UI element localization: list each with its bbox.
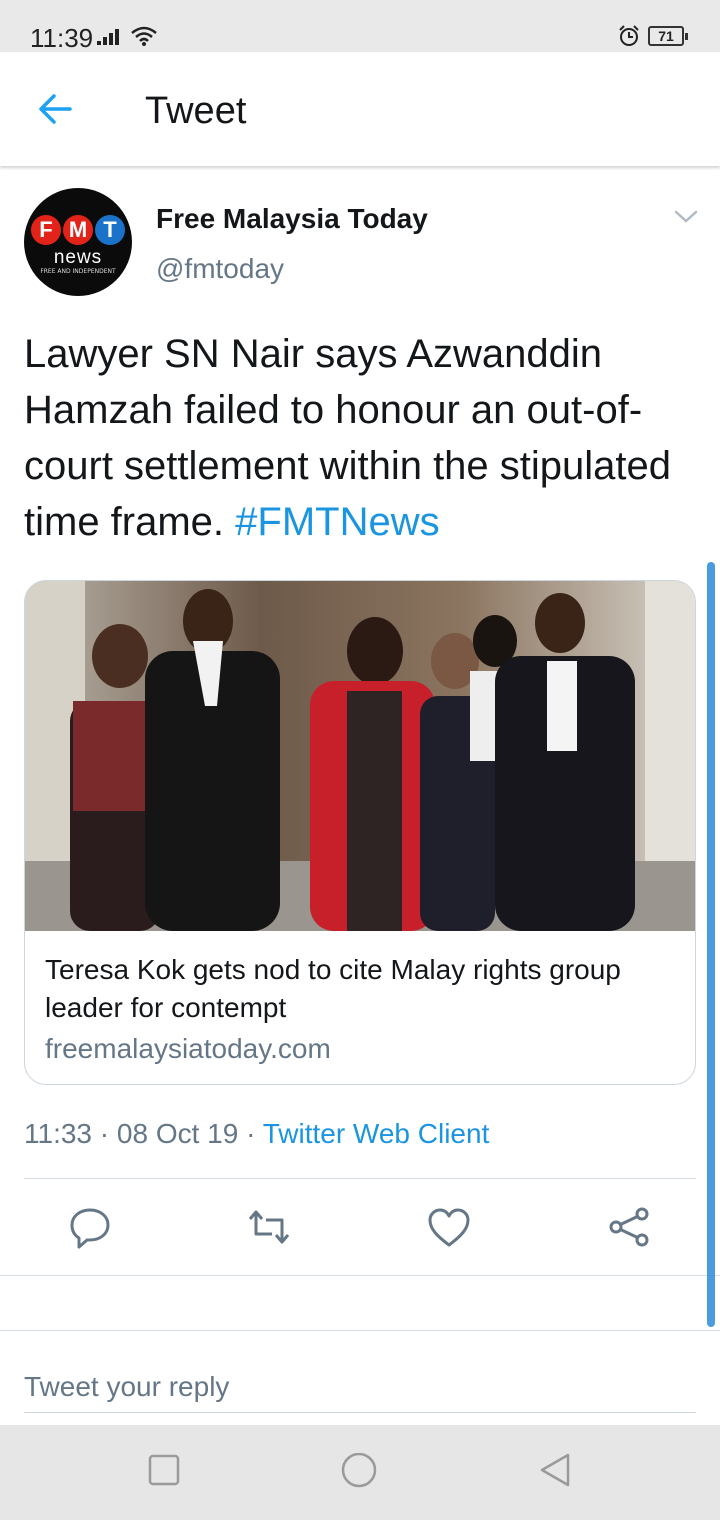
divider [0,1275,720,1276]
meta-separator: · [92,1118,117,1149]
wifi-icon [131,26,157,46]
author-name[interactable]: Free Malaysia Today [156,203,428,235]
page-title: Tweet [145,90,247,132]
avatar-word: news [53,247,103,268]
alarm-icon [619,25,639,46]
tweet-time: 11:33 [24,1118,92,1149]
avatar-letter: M [63,215,93,245]
reply-icon [70,1208,110,1249]
share-button[interactable] [604,1202,654,1252]
home-icon[interactable] [340,1453,378,1491]
avatar[interactable]: F M T news FREE AND INDEPENDENT [24,188,132,296]
status-time: 11:39 [30,23,94,53]
avatar-letter: F [31,215,61,245]
meta-separator: · [238,1118,263,1149]
chevron-down-icon[interactable] [672,208,700,226]
tweet-text: Lawyer SN Nair says Azwanddin Hamzah fai… [24,326,704,550]
back-icon[interactable] [538,1453,574,1489]
hashtag-link[interactable]: #FMTNews [235,500,439,544]
signal-icon [97,29,119,45]
retweet-icon [248,1210,290,1244]
back-button[interactable] [30,86,82,132]
avatar-logo: F M T [24,215,132,245]
card-domain: freemalaysiatoday.com [45,1033,331,1064]
divider [24,1178,696,1179]
scrollbar[interactable] [707,562,715,1327]
share-icon [609,1207,649,1247]
app-header: Tweet [0,52,720,166]
arrow-left-icon [39,94,72,124]
avatar-letter: T [95,215,125,245]
card-title: Teresa Kok gets nod to cite Malay rights… [45,954,621,1023]
like-button[interactable] [424,1202,474,1252]
link-card[interactable]: Teresa Kok gets nod to cite Malay rights… [24,580,696,1085]
recents-icon[interactable] [147,1453,181,1487]
reply-input[interactable] [24,1361,696,1413]
like-icon [428,1208,470,1247]
battery-level: 71 [658,28,674,44]
author-handle[interactable]: @fmtoday [156,253,284,285]
retweet-button[interactable] [244,1202,294,1252]
tweet-meta: 11:33 · 08 Oct 19 · Twitter Web Client [24,1118,489,1150]
tweet-date: 08 Oct 19 [116,1118,239,1149]
reply-area [0,1330,720,1425]
battery-icon: 71 [648,26,688,46]
card-image [25,581,695,931]
navigation-bar [0,1425,720,1520]
status-bar: 11:39 71 [0,0,720,53]
reply-button[interactable] [65,1202,115,1252]
avatar-tagline: FREE AND INDEPENDENT [40,268,116,275]
client-link[interactable]: Twitter Web Client [263,1118,490,1149]
